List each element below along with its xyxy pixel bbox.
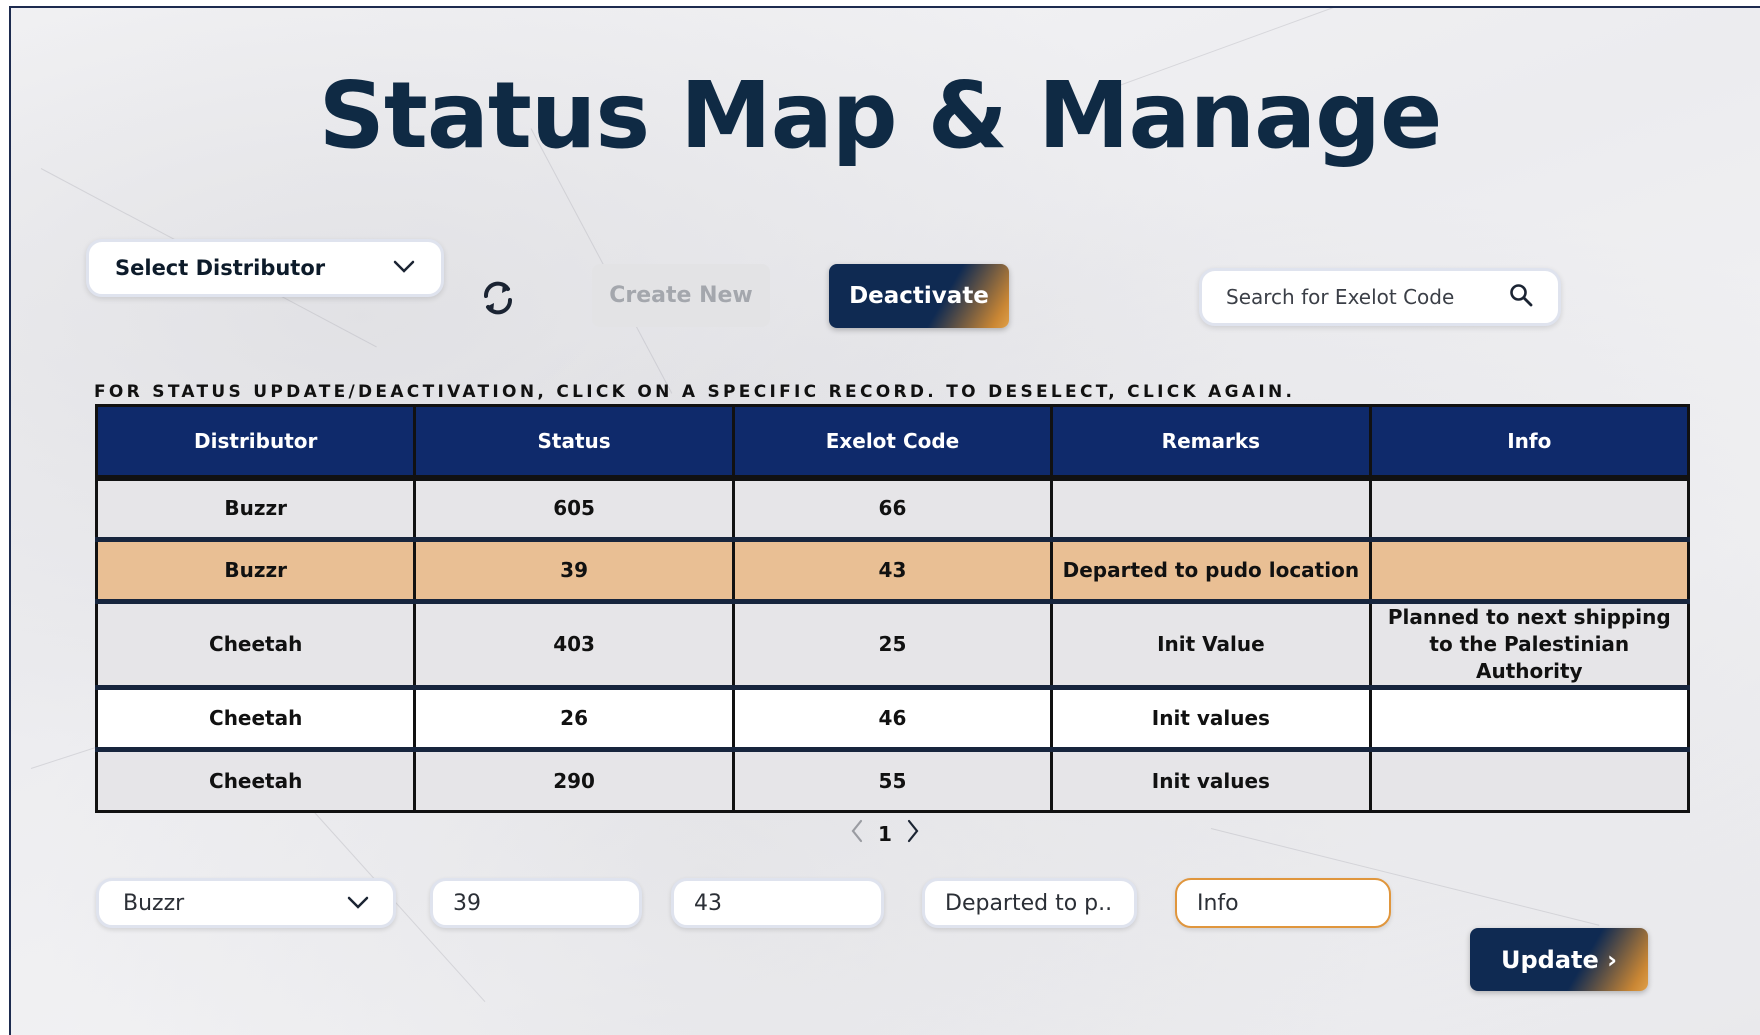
edit-distributor-select[interactable]: Buzzr bbox=[96, 878, 396, 928]
cell-distributor: Cheetah bbox=[96, 687, 417, 752]
edit-info-input[interactable] bbox=[1197, 890, 1369, 916]
cell-distributor: Cheetah bbox=[96, 749, 417, 812]
edit-remarks-input[interactable] bbox=[945, 890, 1114, 916]
cell-exelot-code: 66 bbox=[733, 477, 1054, 542]
chevron-left-icon[interactable] bbox=[850, 818, 864, 849]
table-row[interactable]: Cheetah 26 46 Init values bbox=[96, 687, 1689, 752]
cell-info bbox=[1370, 539, 1689, 604]
cell-remarks: Departed to pudo location bbox=[1051, 539, 1372, 604]
column-header-exelot-code[interactable]: Exelot Code bbox=[733, 405, 1054, 481]
cell-remarks: Init values bbox=[1051, 749, 1372, 812]
current-page-number[interactable]: 1 bbox=[878, 822, 892, 846]
chevron-down-icon bbox=[393, 259, 415, 278]
deactivate-button[interactable]: Deactivate bbox=[829, 264, 1009, 328]
instruction-text: FOR STATUS UPDATE/DEACTIVATION, CLICK ON… bbox=[94, 382, 1296, 402]
chevron-right-icon[interactable] bbox=[906, 818, 920, 849]
refresh-icon[interactable] bbox=[478, 278, 518, 318]
cell-info bbox=[1370, 687, 1689, 752]
chevron-down-icon bbox=[347, 891, 369, 916]
cell-status: 26 bbox=[414, 687, 735, 752]
cell-exelot-code: 46 bbox=[733, 687, 1054, 752]
cell-info: Planned to next shipping to the Palestin… bbox=[1370, 601, 1689, 690]
cell-distributor: Buzzr bbox=[96, 477, 417, 542]
column-header-status[interactable]: Status bbox=[414, 405, 735, 481]
cell-info bbox=[1370, 477, 1689, 542]
update-button[interactable]: Update › bbox=[1470, 928, 1648, 991]
column-header-remarks[interactable]: Remarks bbox=[1051, 405, 1372, 481]
edit-info-field[interactable] bbox=[1175, 878, 1391, 928]
cell-status: 290 bbox=[414, 749, 735, 812]
cell-info bbox=[1370, 749, 1689, 812]
cell-status: 403 bbox=[414, 601, 735, 690]
distributor-select-label: Select Distributor bbox=[115, 256, 326, 280]
edit-status-field[interactable] bbox=[430, 878, 642, 928]
search-box[interactable] bbox=[1199, 268, 1561, 326]
search-input[interactable] bbox=[1226, 285, 1496, 309]
edit-exelot-code-input[interactable] bbox=[694, 890, 861, 916]
edit-exelot-code-field[interactable] bbox=[671, 878, 884, 928]
table-row[interactable]: Cheetah 290 55 Init values bbox=[96, 749, 1689, 812]
table-row-selected[interactable]: Buzzr 39 43 Departed to pudo location bbox=[96, 539, 1689, 604]
create-new-button[interactable]: Create New bbox=[592, 264, 770, 327]
column-header-distributor[interactable]: Distributor bbox=[96, 405, 417, 481]
cell-exelot-code: 25 bbox=[733, 601, 1054, 690]
cell-exelot-code: 55 bbox=[733, 749, 1054, 812]
cell-remarks: Init values bbox=[1051, 687, 1372, 752]
table-row[interactable]: Cheetah 403 25 Init Value Planned to nex… bbox=[96, 601, 1689, 690]
table-header-row: Distributor Status Exelot Code Remarks I… bbox=[96, 405, 1689, 481]
column-header-info[interactable]: Info bbox=[1370, 405, 1689, 481]
distributor-select[interactable]: Select Distributor bbox=[86, 239, 444, 297]
table-row[interactable]: Buzzr 605 66 bbox=[96, 477, 1689, 542]
edit-status-input[interactable] bbox=[453, 890, 619, 916]
cell-distributor: Cheetah bbox=[96, 601, 417, 690]
cell-remarks bbox=[1051, 477, 1372, 542]
cell-exelot-code: 43 bbox=[733, 539, 1054, 604]
cell-distributor: Buzzr bbox=[96, 539, 417, 604]
search-icon[interactable] bbox=[1508, 282, 1534, 312]
pagination: 1 bbox=[850, 818, 920, 849]
cell-remarks: Init Value bbox=[1051, 601, 1372, 690]
page-title: Status Map & Manage bbox=[318, 62, 1443, 169]
edit-distributor-value: Buzzr bbox=[123, 890, 185, 916]
cell-status: 605 bbox=[414, 477, 735, 542]
edit-remarks-field[interactable] bbox=[922, 878, 1137, 928]
cell-status: 39 bbox=[414, 539, 735, 604]
status-table: Distributor Status Exelot Code Remarks I… bbox=[95, 404, 1690, 813]
